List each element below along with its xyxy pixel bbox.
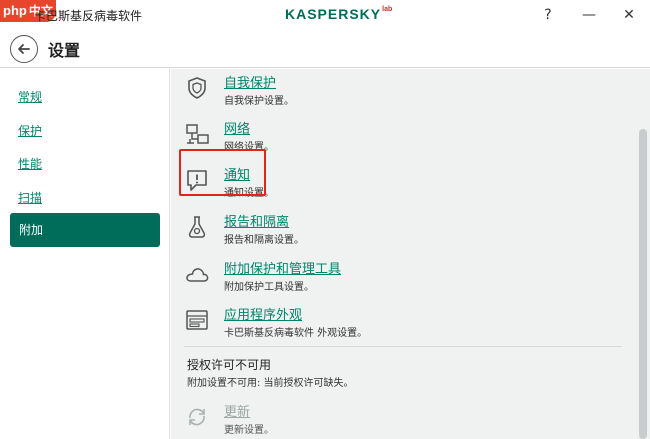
scrollbar[interactable] — [636, 69, 650, 439]
setting-reports-quarantine[interactable]: 报告和隔离 报告和隔离设置。 — [184, 214, 604, 254]
setting-desc: 自我保护设置。 — [224, 96, 294, 107]
section-divider — [184, 346, 622, 347]
watermark-text: php — [3, 3, 27, 18]
flask-icon — [188, 216, 206, 238]
setting-desc: 报告和隔离设置。 — [224, 235, 304, 246]
license-section-title: 授权许可不可用 — [187, 358, 272, 372]
license-section-desc: 附加设置不可用: 当前授权许可缺失。 — [187, 378, 354, 389]
setting-desc: 附加保护工具设置。 — [224, 282, 314, 293]
logo-lab: lab — [382, 6, 393, 13]
appearance-icon — [186, 310, 208, 330]
window-title: 卡巴斯基反病毒软件 — [34, 9, 143, 23]
kaspersky-logo: KASPERSKYlab — [285, 6, 392, 22]
setting-title[interactable]: 自我保护 — [224, 72, 276, 91]
settings-main-panel: 自我保护 自我保护设置。 网络 网络设置。 通知 通知设置。 报告和隔离 报告和… — [171, 69, 650, 439]
sidebar: 常规 保护 性能 扫描 附加 — [0, 69, 170, 439]
minimize-button[interactable]: — — [577, 5, 601, 25]
sidebar-item-general[interactable]: 常规 — [18, 88, 42, 105]
help-button[interactable]: ? — [536, 5, 560, 25]
sidebar-item-protection[interactable]: 保护 — [18, 122, 42, 139]
update-icon — [189, 408, 205, 426]
setting-desc: 卡巴斯基反病毒软件 外观设置。 — [224, 328, 368, 339]
close-button[interactable]: ✕ — [617, 5, 641, 25]
scrollbar-thumb[interactable] — [639, 129, 647, 439]
cloud-icon — [186, 268, 209, 282]
setting-title[interactable]: 应用程序外观 — [224, 304, 302, 323]
highlight-box — [179, 149, 266, 196]
setting-title: 更新 — [224, 405, 251, 420]
sidebar-item-scan[interactable]: 扫描 — [18, 189, 42, 206]
page-header: 设置 — [0, 30, 650, 68]
setting-title[interactable]: 附加保护和管理工具 — [224, 258, 341, 277]
arrow-left-icon — [18, 44, 30, 54]
shield-icon — [188, 77, 206, 99]
back-button[interactable] — [10, 35, 38, 63]
logo-text: KASPERSKY — [285, 6, 382, 22]
page-title: 设置 — [48, 41, 81, 60]
setting-self-defense[interactable]: 自我保护 自我保护设置。 — [184, 75, 604, 115]
network-icon — [186, 124, 209, 144]
setting-appearance[interactable]: 应用程序外观 卡巴斯基反病毒软件 外观设置。 — [184, 307, 604, 347]
setting-title[interactable]: 网络 — [224, 118, 250, 137]
setting-update: 更新 更新设置。 — [184, 404, 604, 439]
title-bar: php 中文网 卡巴斯基反病毒软件 KASPERSKYlab ? — ✕ — [0, 0, 650, 40]
sidebar-item-performance[interactable]: 性能 — [18, 155, 42, 172]
sidebar-item-additional[interactable]: 附加 — [10, 213, 160, 247]
setting-additional-protection-tools[interactable]: 附加保护和管理工具 附加保护工具设置。 — [184, 261, 604, 301]
setting-desc: 更新设置。 — [224, 425, 274, 436]
setting-title[interactable]: 报告和隔离 — [224, 211, 289, 230]
